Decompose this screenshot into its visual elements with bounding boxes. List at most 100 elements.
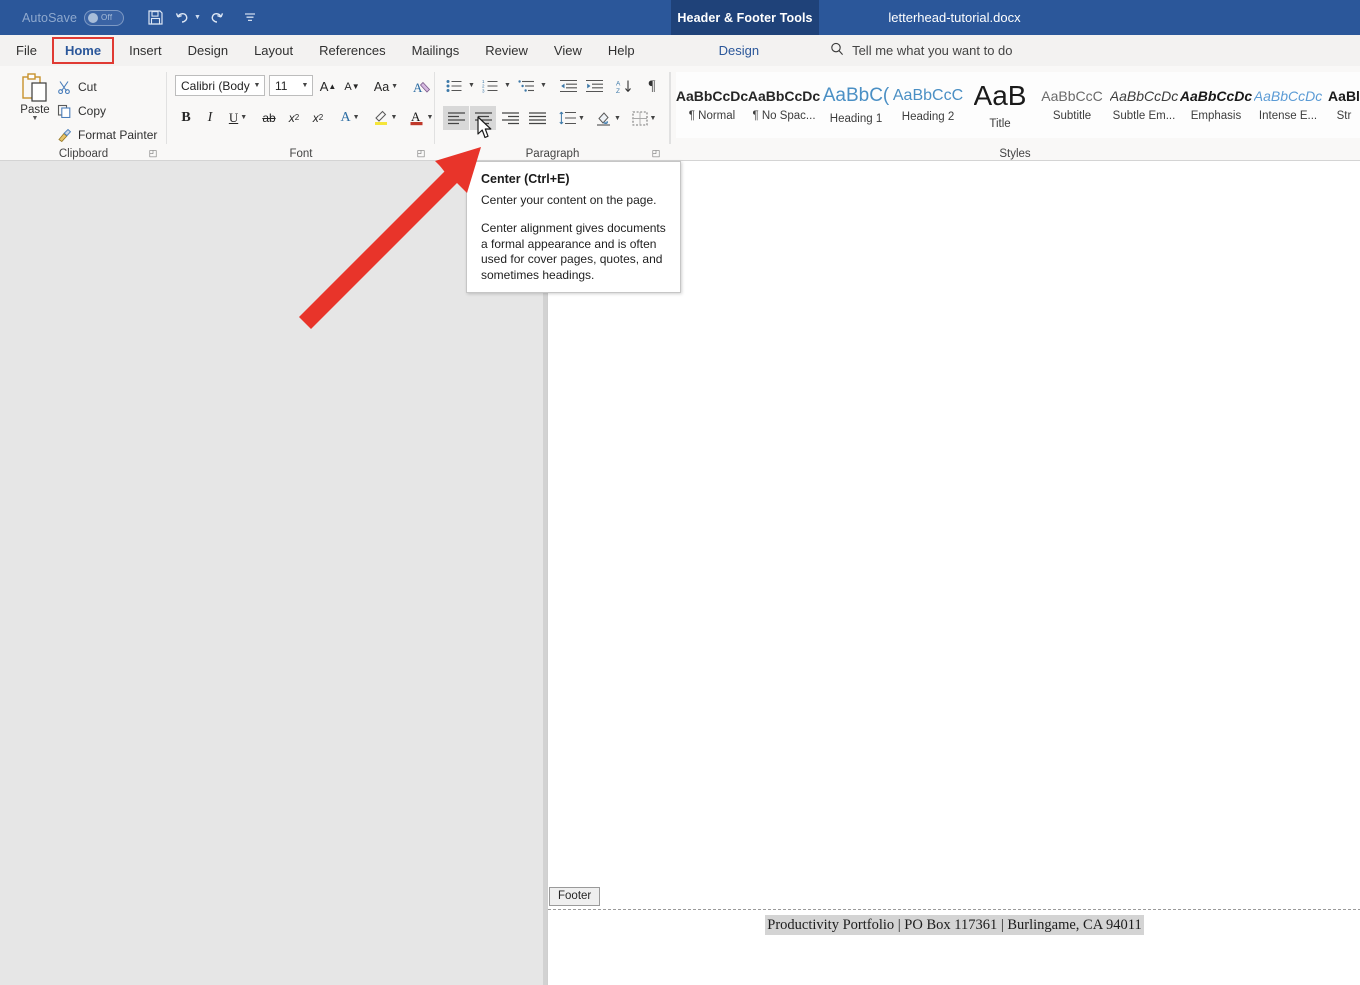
group-label-paragraph: Paragraph (525, 148, 580, 160)
center-alignment-tooltip: Center (Ctrl+E) Center your content on t… (466, 161, 681, 293)
style-preview: AaBbC( (822, 85, 890, 106)
clipboard-dialog-launcher[interactable]: ◰ (147, 147, 159, 159)
tab-layout[interactable]: Layout (241, 35, 306, 66)
tab-help[interactable]: Help (595, 35, 648, 66)
style-name: Str (1336, 110, 1352, 122)
bullets-button[interactable] (443, 75, 465, 97)
shading-button[interactable]: ▼ (593, 106, 623, 130)
align-right-button[interactable] (497, 106, 523, 130)
numbering-dropdown-caret[interactable]: ▼ (504, 82, 511, 89)
customize-qat-icon[interactable] (237, 6, 263, 30)
tab-contextual-design[interactable]: Design (706, 35, 772, 66)
style-tile-title[interactable]: AaB Title (964, 72, 1036, 138)
tooltip-body: Center alignment gives documents a forma… (481, 221, 666, 282)
save-icon[interactable] (142, 6, 168, 30)
font-size-value: 11 (275, 78, 288, 93)
chevron-down-icon[interactable]: ▼ (578, 115, 585, 122)
sort-button[interactable]: AZ (613, 75, 635, 97)
style-name: Title (989, 118, 1011, 130)
cut-button[interactable]: Cut (56, 76, 97, 97)
underline-button[interactable]: U ▼ (223, 106, 253, 129)
font-family-combobox[interactable]: Calibri (Body) ▼ (175, 75, 265, 96)
multilevel-dropdown-caret[interactable]: ▼ (540, 82, 547, 89)
ribbon-group-clipboard: Paste ▼ Cut Copy Format Painter Clipboar… (0, 66, 167, 161)
paste-button[interactable]: Paste ▼ (14, 72, 56, 138)
italic-label: I (207, 109, 213, 125)
tooltip-title: Center (Ctrl+E) (481, 172, 570, 186)
style-tile-normal[interactable]: AaBbCcDc ¶ Normal (676, 72, 748, 138)
style-tile-heading-1[interactable]: AaBbC(Heading 1 (820, 72, 892, 138)
bold-button[interactable]: B (175, 106, 197, 129)
tab-view[interactable]: View (541, 35, 595, 66)
ribbon-group-styles: AaBbCcDc ¶ Normal AaBbCcDc ¶ No Spac... Aa… (670, 66, 1360, 161)
align-justify-button[interactable] (524, 106, 550, 130)
style-name: ¶ No Spac... (752, 110, 816, 122)
show-formatting-marks-button[interactable]: ¶ (641, 75, 663, 97)
document-title: letterhead-tutorial.docx (819, 0, 1360, 35)
tab-home[interactable]: Home (51, 37, 115, 64)
style-name: Emphasis (1190, 110, 1242, 122)
chevron-down-icon[interactable]: ▼ (240, 114, 247, 121)
search-icon (830, 42, 844, 59)
copy-button[interactable]: Copy (56, 100, 106, 121)
group-label-clipboard: Clipboard (58, 148, 109, 160)
tab-design[interactable]: Design (175, 35, 241, 66)
autosave-switch[interactable]: Off (84, 9, 125, 26)
paragraph-dialog-launcher[interactable]: ◰ (650, 147, 662, 159)
text-highlight-button[interactable]: ▼ (369, 106, 401, 129)
cut-label: Cut (78, 79, 97, 94)
style-tile-subtle-emphasis[interactable]: AaBbCcDc Subtle Em... (1108, 72, 1180, 138)
font-size-combobox[interactable]: 11 ▼ (269, 75, 313, 96)
tab-insert[interactable]: Insert (116, 35, 175, 66)
clear-formatting-button[interactable]: A (410, 75, 434, 98)
align-left-button[interactable] (443, 106, 469, 130)
change-case-button[interactable]: Aa ▼ (369, 75, 403, 98)
multilevel-list-button[interactable] (515, 75, 537, 97)
grow-font-button[interactable]: A ▲ (317, 75, 339, 98)
cut-icon (56, 79, 72, 95)
style-tile-no-spacing[interactable]: AaBbCcDc ¶ No Spac... (748, 72, 820, 138)
chevron-down-icon[interactable]: ▼ (427, 114, 434, 121)
format-painter-button[interactable]: Format Painter (56, 124, 157, 145)
borders-button[interactable]: ▼ (629, 106, 659, 130)
format-painter-icon (56, 127, 72, 143)
shrink-font-button[interactable]: A ▼ (341, 75, 363, 98)
font-color-button[interactable]: A ▼ (405, 106, 437, 129)
superscript-button[interactable]: x2 (307, 106, 329, 129)
strikethrough-button[interactable]: ab (257, 106, 281, 129)
subscript-button[interactable]: x2 (283, 106, 305, 129)
font-dialog-launcher[interactable]: ◰ (415, 147, 427, 159)
undo-dropdown-caret[interactable]: ▼ (194, 14, 201, 21)
chevron-down-icon[interactable]: ▼ (614, 115, 621, 122)
line-spacing-button[interactable]: ▼ (557, 106, 587, 130)
autosave-toggle[interactable]: AutoSave Off (22, 9, 125, 26)
undo-icon[interactable] (170, 6, 196, 30)
text-effects-button[interactable]: A ▼ (335, 106, 365, 129)
redo-icon[interactable] (203, 6, 229, 30)
footer-tag-label: Footer (558, 890, 592, 902)
style-tile-subtitle[interactable]: AaBbCcC Subtitle (1036, 72, 1108, 138)
tab-review[interactable]: Review (472, 35, 541, 66)
chevron-down-icon[interactable]: ▼ (250, 82, 264, 89)
chevron-down-icon[interactable]: ▼ (391, 114, 398, 121)
tell-me-search[interactable]: Tell me what you want to do (830, 42, 1013, 59)
chevron-down-icon[interactable]: ▼ (298, 82, 312, 89)
style-tile-heading-2[interactable]: AaBbCcC Heading 2 (892, 72, 964, 138)
tab-mailings[interactable]: Mailings (399, 35, 473, 66)
chevron-down-icon[interactable]: ▼ (353, 114, 360, 121)
style-tile-emphasis[interactable]: AaBbCcDc Emphasis (1180, 72, 1252, 138)
italic-button[interactable]: I (199, 106, 221, 129)
decrease-indent-button[interactable] (557, 75, 579, 97)
chevron-down-icon[interactable]: ▼ (391, 83, 398, 90)
increase-indent-button[interactable] (583, 75, 605, 97)
tooltip-subtitle: Center your content on the page. (481, 193, 657, 207)
tab-file[interactable]: File (0, 35, 50, 66)
chevron-down-icon[interactable]: ▼ (650, 115, 657, 122)
tab-references[interactable]: References (306, 35, 398, 66)
style-tile-strong[interactable]: AaBl Str (1324, 72, 1360, 138)
numbering-button[interactable]: 123 (479, 75, 501, 97)
paste-dropdown-caret[interactable]: ▼ (32, 115, 39, 122)
style-tile-intense-emphasis[interactable]: AaBbCcDc Intense E... (1252, 72, 1324, 138)
bullets-dropdown-caret[interactable]: ▼ (468, 82, 475, 89)
ribbon-tab-strip: File Home Insert Design Layout Reference… (0, 35, 1360, 66)
